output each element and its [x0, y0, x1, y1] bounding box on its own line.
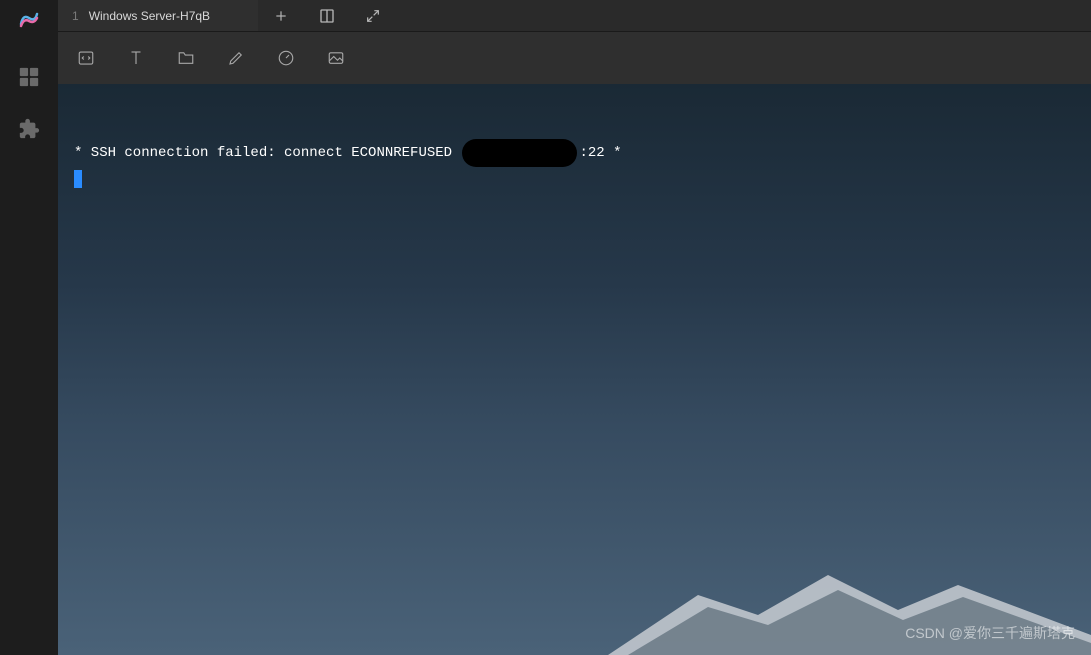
pencil-icon [227, 49, 245, 67]
terminal-output-line: * SSH connection failed: connect ECONNRE… [74, 139, 1075, 167]
text-icon [127, 49, 145, 67]
toolbar [58, 32, 1091, 84]
folder-icon [177, 49, 195, 67]
main-area: 1 Windows Server-H7qB [58, 0, 1091, 655]
tabbar-actions [258, 0, 396, 32]
gauge-icon [277, 49, 295, 67]
app-logo[interactable] [0, 0, 58, 40]
expand-icon [365, 8, 381, 24]
logo-icon [17, 8, 41, 32]
terminal-text-suffix: :22 * [579, 143, 621, 163]
watermark: CSDN @爱你三千遍斯塔克 [905, 623, 1075, 643]
session-tab[interactable]: 1 Windows Server-H7qB [58, 0, 258, 31]
extensions-icon[interactable] [17, 117, 41, 141]
performance-button[interactable] [276, 48, 296, 68]
split-pane-button[interactable] [304, 0, 350, 32]
code-snippet-button[interactable] [76, 48, 96, 68]
code-icon [77, 49, 95, 67]
image-button[interactable] [326, 48, 346, 68]
split-icon [319, 8, 335, 24]
format-button[interactable] [126, 48, 146, 68]
new-tab-button[interactable] [258, 0, 304, 32]
terminal-cursor-line [74, 167, 1075, 193]
background-mountain [58, 565, 1091, 655]
sidebar [0, 0, 58, 655]
redacted-ip [462, 139, 577, 167]
plus-icon [274, 9, 288, 23]
hosts-icon[interactable] [17, 65, 41, 89]
cursor [74, 170, 82, 188]
tab-index: 1 [72, 9, 79, 23]
terminal-area[interactable]: * SSH connection failed: connect ECONNRE… [58, 84, 1091, 655]
terminal-text-prefix: * SSH connection failed: connect ECONNRE… [74, 143, 460, 163]
folder-button[interactable] [176, 48, 196, 68]
tab-bar: 1 Windows Server-H7qB [58, 0, 1091, 32]
fullscreen-button[interactable] [350, 0, 396, 32]
image-icon [327, 49, 345, 67]
tab-title: Windows Server-H7qB [89, 9, 210, 23]
edit-button[interactable] [226, 48, 246, 68]
